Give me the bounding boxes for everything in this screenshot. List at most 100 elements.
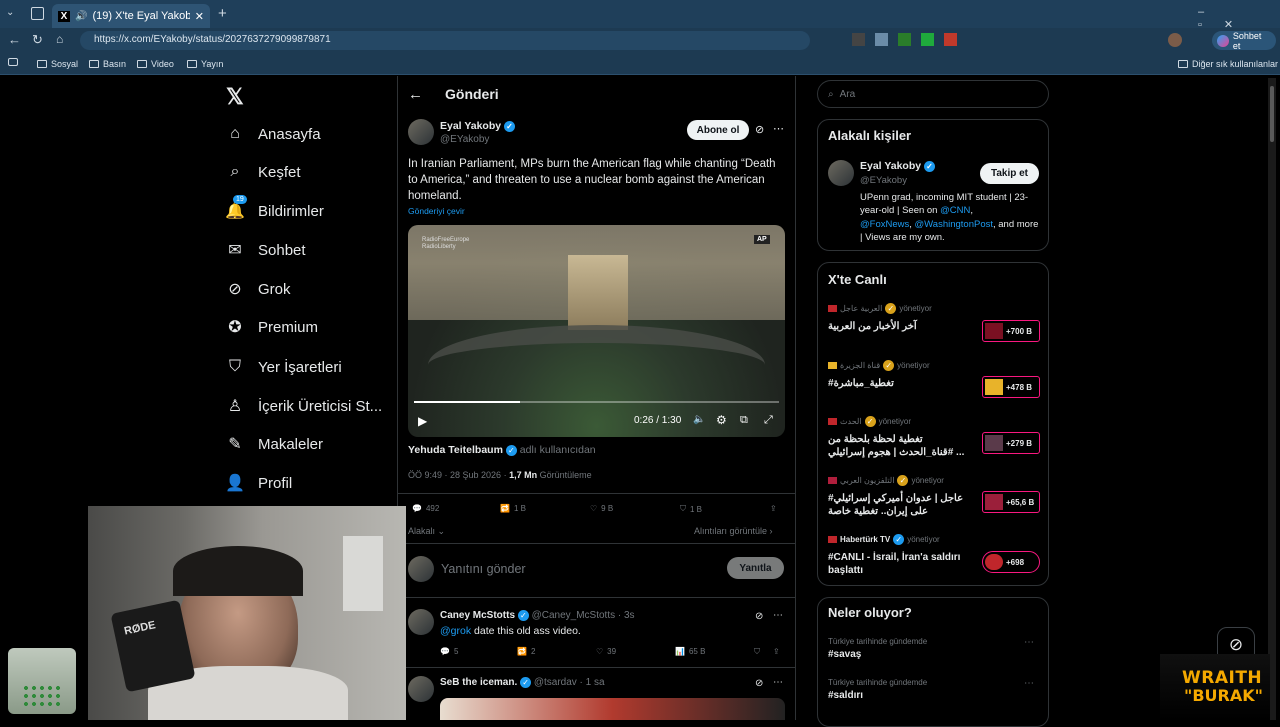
more-icon[interactable]: ⋯ [1024, 637, 1034, 648]
sidebar-item-home[interactable]: ⌂ Anasayfa [226, 115, 396, 153]
avatar[interactable] [408, 609, 434, 635]
related-person[interactable]: Eyal Yakoby ✓ [860, 160, 936, 172]
trend-item[interactable]: Türkiye tarihinde gündemde #saldırı ⋯ [828, 678, 1040, 701]
live-item-title: آخر الأخبار من العربية [828, 321, 917, 332]
post-handle[interactable]: @EYakoby [440, 134, 489, 145]
like-action[interactable]: ♡ 39 [596, 647, 616, 656]
more-icon[interactable]: ⋯ [1024, 678, 1034, 689]
bookmark-video[interactable]: Video [137, 59, 174, 69]
translate-link[interactable]: Gönderiyi çevir [408, 206, 465, 216]
speaker-icon[interactable]: 🔊 [75, 11, 87, 22]
related-handle[interactable]: @EYakoby [860, 175, 907, 186]
bio-link-cnn[interactable]: @CNN [940, 205, 970, 216]
extension-icon[interactable] [898, 33, 911, 46]
browser-tab-bar: ⌄ X 🔊 (19) X'te Eyal Yakoby: "In Irani ✕… [0, 0, 1280, 31]
search-input[interactable]: ⌕ Ara [817, 80, 1049, 108]
views-action[interactable]: 📊 65 B [675, 647, 705, 656]
quotes-label: Alıntıları görüntüle [694, 526, 768, 536]
verified-icon: ✓ [520, 677, 532, 688]
bio-link-foxnews[interactable]: @FoxNews [860, 219, 909, 230]
live-item[interactable]: Habertürk TV ✓ yönetiyor #CANLI - İsrail… [828, 534, 1040, 578]
grok-icon[interactable]: ⊘ [755, 123, 764, 136]
sidebar-item-premium[interactable]: ✪ Premium [226, 308, 396, 346]
grok-icon[interactable]: ⊘ [755, 678, 763, 689]
avatar[interactable] [408, 119, 434, 145]
view-quotes-link[interactable]: Alıntıları görüntüle › [694, 526, 773, 536]
pip-icon[interactable]: ⧉ [740, 414, 748, 427]
video-player[interactable]: RadioFreeEurope RadioLiberty AP ▶ 0:26 /… [408, 225, 785, 437]
tab-actions-icon[interactable]: ⌄ [6, 7, 20, 21]
related-dropdown[interactable]: Alakalı ⌄ [408, 526, 445, 537]
volume-icon[interactable]: 🔈 [693, 414, 705, 425]
grok-icon[interactable]: ⊘ [755, 611, 763, 622]
video-progress-track[interactable] [414, 401, 779, 403]
bio-link-washingtonpost[interactable]: @WashingtonPost [915, 219, 993, 230]
bookmark-action[interactable]: ⛉ 1 B [680, 504, 702, 514]
sidebar-item-notifications[interactable]: 🔔 19 Bildirimler [225, 192, 396, 230]
bookmark-yayin[interactable]: Yayın [187, 59, 223, 69]
play-icon[interactable]: ▶ [418, 414, 427, 428]
sidebar-item-chat[interactable]: ✉ Sohbet [226, 231, 396, 269]
bookmark-sosyal[interactable]: Sosyal [37, 59, 78, 69]
post-author[interactable]: Eyal Yakoby ✓ [440, 120, 516, 132]
reply-action[interactable]: 💬 5 [440, 647, 458, 656]
other-bookmarks[interactable]: Diğer sık kullanılanlar [1178, 59, 1278, 69]
fullscreen-icon[interactable]: ⤢ [764, 414, 773, 427]
like-action[interactable]: ♡ 9 B [590, 504, 613, 513]
extension-icon[interactable] [921, 33, 934, 46]
refresh-icon[interactable]: ↻ [32, 32, 43, 48]
active-tab[interactable]: X 🔊 (19) X'te Eyal Yakoby: "In Irani ✕ [52, 4, 210, 28]
live-item[interactable]: التلفزيون العربي ✓ yönetiyor عاجل | عدوا… [828, 475, 1040, 531]
subscribe-button[interactable]: Abone ol [687, 120, 749, 140]
share-icon[interactable]: ⇪ [773, 647, 780, 656]
sidebar-item-articles[interactable]: ✎ Makaleler [226, 425, 396, 463]
avatar[interactable] [408, 676, 434, 702]
credit-name[interactable]: Yehuda Teitelbaum [408, 444, 503, 456]
live-item[interactable]: قناة الجزيرة ✓ yönetiyor #تغطية_مباشرة +… [828, 360, 1040, 405]
x-logo[interactable]: 𝕏 [226, 84, 244, 110]
sidebar-item-profile[interactable]: 👤 Profil [225, 464, 396, 502]
reply-input[interactable]: Yanıtını gönder [441, 562, 526, 576]
reply-action[interactable]: 💬 492 [412, 504, 439, 513]
page-scrollbar[interactable] [1268, 78, 1276, 720]
reply-media[interactable] [440, 698, 785, 720]
repost-action[interactable]: 🔁 2 [517, 647, 535, 656]
settings-icon[interactable]: ⚙ [716, 413, 727, 427]
follow-button[interactable]: Takip et [980, 163, 1039, 184]
bookmark-basin[interactable]: Basın [89, 59, 126, 69]
live-item[interactable]: العربية عاجل ✓ yönetiyor آخر الأخبار من … [828, 303, 1040, 348]
sidebar-item-bookmarks[interactable]: ⛉ Yer İşaretleri [226, 348, 396, 386]
live-item[interactable]: الحدث ✓ yönetiyor تغطية لحظة بلحظة من #ق… [828, 416, 1040, 472]
extension-icon[interactable] [875, 33, 888, 46]
reply-author[interactable]: Caney McStotts ✓ @Caney_McStotts · 3s [440, 610, 635, 621]
reply-author[interactable]: SeB the iceman. ✓ @tsardav · 1 sa [440, 677, 605, 688]
more-icon[interactable]: ⋯ [773, 610, 783, 621]
extension-icon[interactable] [944, 33, 957, 46]
avatar[interactable] [828, 160, 854, 186]
repost-action[interactable]: 🔁 1 B [500, 504, 526, 513]
home-button-icon[interactable]: ⌂ [56, 32, 63, 46]
profile-avatar[interactable] [1168, 33, 1182, 47]
sidebar-item-explore[interactable]: ⌕ Keşfet [226, 153, 396, 191]
tab-close-icon[interactable]: ✕ [195, 10, 204, 23]
url-field[interactable]: https://x.com/EYakoby/status/20276372790… [80, 31, 810, 50]
bookmark-icon[interactable]: ⛉ [754, 647, 760, 657]
sidebar-item-creator-studio[interactable]: ♙ İçerik Üreticisi St... [226, 387, 396, 425]
more-icon[interactable]: ⋯ [773, 122, 784, 135]
sidebar-item-grok[interactable]: ⊘ Grok [226, 270, 396, 308]
back-arrow-icon[interactable]: ← [408, 86, 423, 103]
share-icon[interactable]: ⇪ [770, 504, 777, 513]
back-icon[interactable]: ← [8, 32, 21, 47]
reply-count: 492 [425, 504, 440, 513]
grok-mention[interactable]: @grok [440, 625, 471, 637]
more-icon[interactable]: ⋯ [773, 677, 783, 688]
post-time[interactable]: ÖÖ 9:49 · 28 Şub 2026 · [408, 470, 509, 480]
reading-list-icon[interactable] [8, 58, 18, 66]
new-tab-icon[interactable]: + [218, 5, 227, 22]
workspaces-icon[interactable] [31, 7, 44, 20]
scrollbar-thumb[interactable] [1270, 86, 1274, 142]
trend-item[interactable]: Türkiye tarihinde gündemde #savaş ⋯ [828, 637, 1040, 660]
copilot-button[interactable]: Sohbet et [1212, 31, 1276, 51]
extension-icon[interactable] [852, 33, 865, 46]
reply-button[interactable]: Yanıtla [727, 557, 784, 579]
